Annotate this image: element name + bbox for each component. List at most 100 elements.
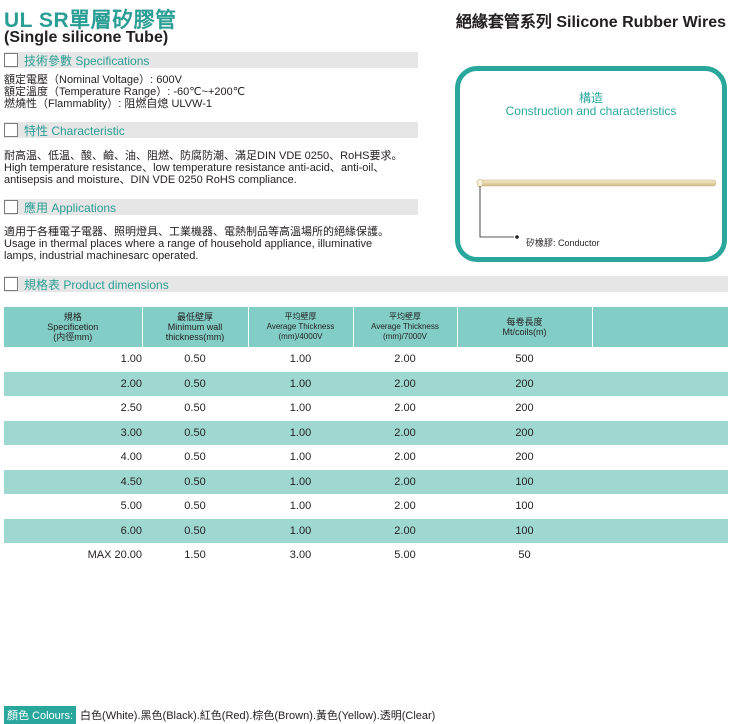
col-header-length: 每卷長度 Mt/coils(m) <box>457 307 593 347</box>
table-row: 1.00 0.50 1.00 2.00 500 <box>4 347 728 372</box>
colours-label: 顏色 Colours: <box>4 706 77 724</box>
conductor-label: 矽橡膠: Conductor <box>526 238 600 248</box>
table-cell: 5.00 <box>120 500 142 513</box>
tube-illustration <box>476 178 717 239</box>
table-cell: 0.50 <box>142 518 248 543</box>
characteristic-line: 耐高温、低温、酸、鹼、油、阻燃、防腐防潮、滿足DIN VDE 0250、RoHS… <box>4 150 403 162</box>
checkbox-icon <box>4 53 18 67</box>
section-dimensions: 規格表 Product dimensions <box>4 276 728 292</box>
spec-line: 額定電壓（Nominal Voltage）: 600V <box>4 74 182 86</box>
table-row: 2.50 0.50 1.00 2.00 200 <box>4 396 728 421</box>
colours-line: 顏色 Colours: 白色(White).黑色(Black).紅色(Red).… <box>4 706 435 724</box>
table-cell: 500 <box>515 353 534 366</box>
table-cell: 0.50 <box>142 469 248 494</box>
dimensions-table: 規格 Specificetion (内徑mm) 最低壁厚 Minimum wal… <box>4 307 728 568</box>
section-characteristic: 特性 Characteristic <box>4 122 418 138</box>
table-row: 4.00 0.50 1.00 2.00 200 <box>4 445 728 470</box>
section-specifications: 技術參數 Specifications <box>4 52 418 68</box>
table-cell: 100 <box>457 469 592 494</box>
table-cell: 2.00 <box>394 451 416 464</box>
table-cell: 2.00 <box>394 402 416 415</box>
page-subtitle: (Single silicone Tube) <box>4 29 169 46</box>
product-series: 絕緣套管系列 Silicone Rubber Wires <box>455 14 726 31</box>
table-cell: 1.00 <box>248 420 353 445</box>
section-applications: 應用 Applications <box>4 199 418 215</box>
table-cell: 0.50 <box>184 500 206 513</box>
col-header-spec: 規格 Specificetion (内徑mm) <box>4 307 143 347</box>
table-cell: 0.50 <box>142 420 248 445</box>
table-cell-empty <box>592 396 728 421</box>
table-cell: 4.50 <box>4 469 142 494</box>
section-heading: 規格表 Product dimensions <box>24 277 169 292</box>
table-header-row: 規格 Specificetion (内徑mm) 最低壁厚 Minimum wal… <box>4 307 728 347</box>
table-cell: 100 <box>515 500 534 513</box>
col-header-avg-4000v: 平均壁厚 Average Thickness (mm)/4000V <box>248 307 354 347</box>
table-cell: 5.00 <box>394 549 416 562</box>
table-cell: 2.00 <box>353 469 457 494</box>
table-cell: 200 <box>457 371 592 396</box>
table-row: 3.00 0.50 1.00 2.00 200 <box>4 420 728 445</box>
table-row: 6.00 0.50 1.00 2.00 100 <box>4 518 728 543</box>
applications-line: lamps, industrial machinesarc operated. <box>4 250 199 262</box>
col-header-min-wall: 最低壁厚 Minimum wall thickness(mm) <box>142 307 249 347</box>
table-cell: 2.00 <box>394 353 416 366</box>
col-header-avg-7000v: 平均壁厚 Average Thickness (mm)/7000V <box>353 307 458 347</box>
table-cell-empty <box>592 420 728 445</box>
table-cell: 1.00 <box>289 500 312 513</box>
colours-values: 白色(White).黑色(Black).紅色(Red).棕色(Brown).黃色… <box>80 710 436 722</box>
table-cell: 0.50 <box>184 353 206 366</box>
applications-line: 適用于各種電子電器、照明燈具、工業機器、電熱制品等高溫場所的絕緣保護。 <box>4 226 389 238</box>
construction-card: 構造 Construction and characteristics 矽橡膠:… <box>455 66 727 262</box>
table-cell: 1.00 <box>248 371 353 396</box>
table-row: 2.00 0.50 1.00 2.00 200 <box>4 371 728 396</box>
table-row: 5.00 0.50 1.00 2.00 100 <box>4 494 728 519</box>
table-cell: 200 <box>457 420 592 445</box>
characteristic-line: High temperature resistance、low temperat… <box>4 162 385 174</box>
table-cell: 2.00 <box>353 518 457 543</box>
col-header-empty <box>592 307 728 347</box>
table-cell: 0.50 <box>184 451 206 464</box>
section-heading: 技術參數 Specifications <box>24 53 150 68</box>
table-cell: 200 <box>515 451 534 464</box>
checkbox-icon <box>4 277 18 291</box>
table-cell: 3.00 <box>289 549 312 562</box>
table-cell-empty <box>592 494 728 519</box>
table-cell: 0.50 <box>184 402 206 415</box>
table-cell-empty <box>592 371 728 396</box>
table-row: MAX 20.00 1.50 3.00 5.00 50 <box>4 543 728 568</box>
table-row: 4.50 0.50 1.00 2.00 100 <box>4 469 728 494</box>
spec-line: 燃燒性（Flammablity）: 阻燃自熄 ULVW-1 <box>4 98 213 110</box>
table-cell: 100 <box>457 518 592 543</box>
table-cell: 1.00 <box>248 469 353 494</box>
table-cell-empty <box>592 518 728 543</box>
table-cell: 6.00 <box>4 518 142 543</box>
checkbox-icon <box>4 200 18 214</box>
table-cell: 200 <box>515 402 534 415</box>
section-heading: 應用 Applications <box>24 200 117 215</box>
checkbox-icon <box>4 123 18 137</box>
table-cell: 50 <box>518 549 531 562</box>
table-cell: MAX 20.00 <box>87 549 142 562</box>
table-cell: 2.00 <box>4 371 142 396</box>
table-cell: 4.00 <box>120 451 142 464</box>
applications-line: Usage in thermal places where a range of… <box>4 238 373 250</box>
section-heading: 特性 Characteristic <box>24 123 125 138</box>
table-cell-empty <box>592 543 728 568</box>
table-cell: 2.00 <box>353 371 457 396</box>
table-cell: 2.50 <box>120 402 142 415</box>
table-cell: 2.00 <box>394 500 416 513</box>
table-cell: 3.00 <box>4 420 142 445</box>
table-cell: 1.00 <box>289 451 312 464</box>
table-cell: 1.00 <box>289 353 312 366</box>
table-cell: 1.00 <box>120 353 142 366</box>
table-cell: 2.00 <box>353 420 457 445</box>
table-cell-empty <box>592 445 728 470</box>
characteristic-line: antisepsis and moisture、DIN VDE 0250 RoH… <box>4 174 297 186</box>
table-cell-empty <box>592 347 728 372</box>
spec-line: 額定溫度（Temperature Range）: -60℃~+200℃ <box>4 86 246 98</box>
table-cell: 0.50 <box>142 371 248 396</box>
table-cell: 1.00 <box>289 402 312 415</box>
table-cell: 1.00 <box>248 518 353 543</box>
table-cell-empty <box>592 469 728 494</box>
table-cell: 1.50 <box>184 549 206 562</box>
